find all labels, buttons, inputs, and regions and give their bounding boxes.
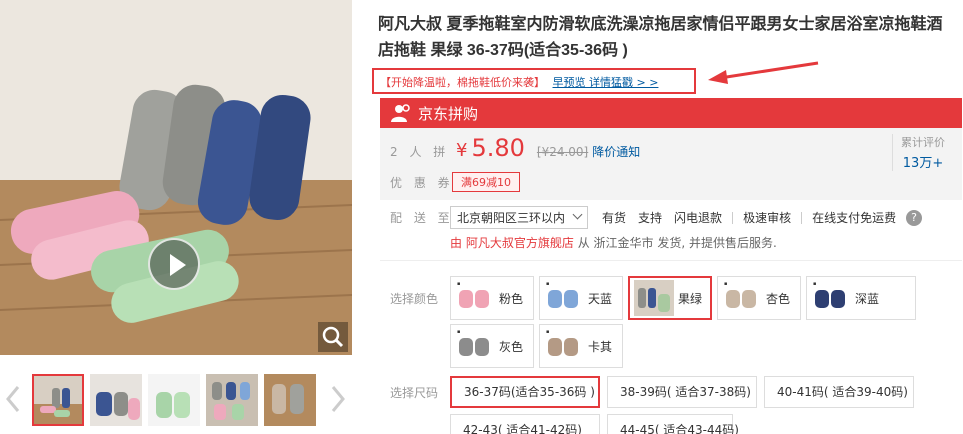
color-name: 灰色 bbox=[499, 339, 524, 354]
slippers-photo bbox=[0, 0, 352, 355]
price-value: 5.80 bbox=[471, 134, 525, 162]
color-swatch: ▪ bbox=[455, 328, 495, 364]
thumbnail-4[interactable] bbox=[206, 374, 258, 426]
region-selector[interactable]: 北京朝阳区三环以内 bbox=[450, 206, 589, 229]
size-option-38-39[interactable]: 38-39码( 适合37-38码) bbox=[607, 376, 757, 408]
service-support: 支持 bbox=[638, 211, 663, 225]
coupon-badge[interactable]: 满69减10 bbox=[452, 172, 520, 192]
service-fast-review[interactable]: 极速审核 bbox=[743, 209, 791, 226]
section-divider bbox=[380, 260, 962, 261]
store-info: 由 阿凡大叔官方旗舰店 从 浙江金华市 发货, 并提供售后服务. bbox=[450, 234, 777, 251]
color-name: 果绿 bbox=[678, 291, 703, 306]
thumbnail-5[interactable] bbox=[264, 374, 316, 426]
color-swatch: ▪ bbox=[544, 280, 584, 316]
divider bbox=[732, 211, 734, 224]
service-flash-refund[interactable]: 闪电退款 bbox=[674, 209, 722, 226]
promo-text: 【开始降温啦，棉拖鞋低价来袭】 bbox=[380, 76, 545, 89]
color-name: 杏色 bbox=[766, 291, 791, 306]
review-count: 13万+ bbox=[902, 156, 944, 171]
group-buy-label: 京东拼购 bbox=[418, 104, 479, 123]
chevron-left-icon[interactable] bbox=[4, 384, 22, 414]
play-icon[interactable] bbox=[148, 238, 200, 290]
group-size-label: 2 人 拼 bbox=[390, 145, 450, 159]
color-option-green[interactable]: 果绿 bbox=[628, 276, 712, 320]
arrow-annotation-icon bbox=[708, 61, 819, 84]
chevron-right-icon[interactable] bbox=[329, 384, 347, 414]
color-option-apricot[interactable]: ▪ 杏色 bbox=[717, 276, 801, 320]
currency-symbol: ¥ bbox=[456, 140, 468, 161]
store-link[interactable]: 阿凡大叔官方旗舰店 bbox=[466, 236, 574, 250]
thumbnail-1[interactable] bbox=[32, 374, 84, 426]
price-panel: 2 人 拼 ¥ 5.80 [¥24.00] 降价通知 优 惠 券 满69减10 … bbox=[380, 128, 962, 200]
coupon-label: 优 惠 券 bbox=[390, 175, 454, 190]
store-suffix: 从 浙江金华市 发货, 并提供售后服务. bbox=[577, 236, 777, 250]
zoom-icon[interactable] bbox=[318, 322, 348, 352]
color-swatch: ▪ bbox=[722, 280, 762, 316]
size-option-44-45[interactable]: 44-45( 适合43-44码) bbox=[607, 414, 739, 434]
size-option-36-37[interactable]: 36-37码(适合35-36码 ) bbox=[450, 376, 600, 408]
help-icon[interactable]: ? bbox=[906, 209, 923, 226]
color-label: 选择颜色 bbox=[390, 292, 439, 306]
color-swatch: ▪ bbox=[544, 328, 584, 364]
shipping-label: 配 送 至 bbox=[390, 211, 454, 225]
service-free-shipping[interactable]: 在线支付免运费 bbox=[812, 209, 896, 226]
size-option-40-41[interactable]: 40-41码( 适合39-40码) bbox=[764, 376, 914, 408]
review-summary[interactable]: 累计评价 13万+ bbox=[892, 134, 945, 171]
color-name: 深蓝 bbox=[855, 291, 880, 306]
price-drop-notify-link[interactable]: 降价通知 bbox=[592, 143, 640, 160]
size-option-42-43[interactable]: 42-43( 适合41-42码) bbox=[450, 414, 600, 434]
color-swatch: ▪ bbox=[455, 280, 495, 316]
product-title: 阿凡大叔 夏季拖鞋室内防滑软底洗澡凉拖居家情侣平跟男女士家居浴室凉拖鞋酒店拖鞋 … bbox=[378, 16, 943, 59]
thumbnail-3[interactable] bbox=[148, 374, 200, 426]
promo-detail-link[interactable]: 早预览 详情猛戳 > > bbox=[553, 76, 659, 89]
color-option-pink[interactable]: ▪ 粉色 bbox=[450, 276, 534, 320]
store-prefix: 由 bbox=[450, 236, 463, 250]
color-option-navy[interactable]: ▪ 深蓝 bbox=[806, 276, 916, 320]
divider bbox=[801, 211, 803, 224]
color-swatch bbox=[634, 280, 674, 316]
promo-banner: 【开始降温啦，棉拖鞋低价来袭】 早预览 详情猛戳 > > bbox=[372, 68, 696, 94]
color-name: 粉色 bbox=[499, 291, 524, 306]
stock-status: 有货 bbox=[602, 211, 627, 225]
thumbnail-2[interactable] bbox=[90, 374, 142, 426]
color-swatch: ▪ bbox=[811, 280, 851, 316]
size-label: 选择尺码 bbox=[390, 386, 439, 400]
color-option-gray[interactable]: ▪ 灰色 bbox=[450, 324, 534, 368]
review-label: 累计评价 bbox=[901, 136, 945, 149]
group-buy-banner: 京东拼购 bbox=[380, 98, 962, 128]
color-option-sky-blue[interactable]: ▪ 天蓝 bbox=[539, 276, 623, 320]
color-name: 卡其 bbox=[588, 339, 613, 354]
main-product-image[interactable] bbox=[0, 0, 352, 355]
original-price: [¥24.00] bbox=[536, 145, 589, 159]
shipping-row: 配 送 至 北京朝阳区三环以内 有货 支持 闪电退款 极速审核 在线支付免运费 … bbox=[390, 206, 923, 229]
thumbnail-strip bbox=[0, 362, 352, 434]
color-option-khaki[interactable]: ▪ 卡其 bbox=[539, 324, 623, 368]
user-group-icon bbox=[391, 104, 410, 122]
color-name: 天蓝 bbox=[588, 291, 613, 306]
